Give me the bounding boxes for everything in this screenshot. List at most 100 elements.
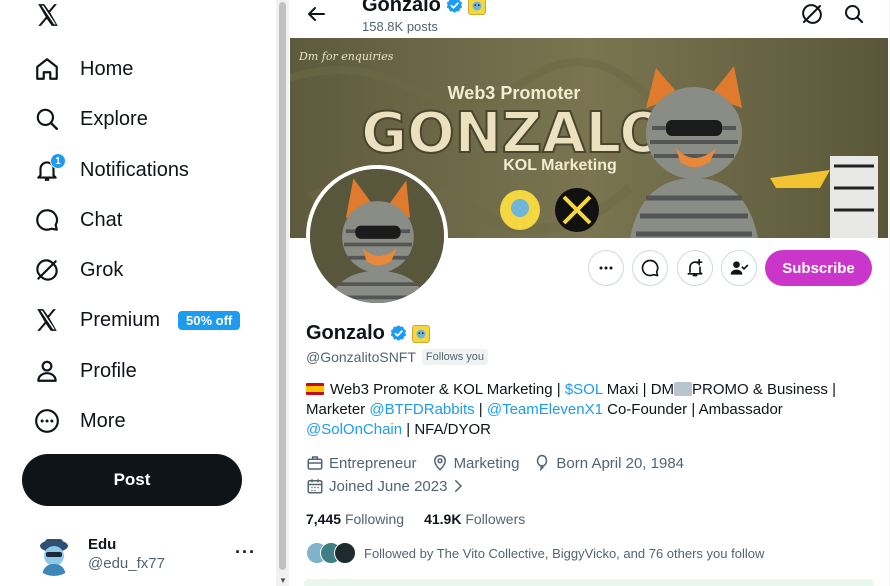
profile-avatar[interactable]	[306, 165, 448, 307]
followed-by-text: Followed by The Vito Collective, BiggyVi…	[364, 545, 765, 561]
following-status-button[interactable]	[721, 250, 757, 286]
nav-chat-label: Chat	[80, 208, 123, 231]
briefcase-icon	[307, 456, 323, 470]
subscribe-button[interactable]: Subscribe	[765, 250, 872, 286]
person-icon	[34, 358, 60, 384]
affiliate-badge-icon[interactable]	[411, 324, 430, 343]
nav-notifications-label: Notifications	[80, 158, 189, 181]
bio-text: Marketer	[306, 401, 370, 418]
chat-icon	[641, 259, 659, 277]
mailbox-emoji-icon	[674, 382, 693, 396]
nav-home-label: Home	[80, 57, 134, 80]
followers-count: 41.9K	[424, 511, 462, 527]
bio-mention-btfdrabbits[interactable]: @BTFDRabbits	[369, 401, 474, 418]
nav-home[interactable]: Home	[24, 45, 133, 93]
nav-grok[interactable]: Grok	[24, 246, 123, 294]
profile-birthday: Born April 20, 1984	[533, 454, 684, 472]
profile-bio: Web3 Promoter & KOL Marketing | $SOL Max…	[306, 380, 876, 440]
chat-icon	[34, 207, 60, 233]
notify-button[interactable]	[677, 250, 713, 286]
follower-avatar	[334, 542, 356, 564]
profile-meta: Entrepreneur Marketing Born April 20, 19…	[306, 454, 698, 472]
spain-flag-icon	[306, 383, 324, 395]
following-label: Following	[344, 511, 405, 527]
profile-location: Marketing	[431, 454, 520, 472]
home-icon	[34, 56, 60, 82]
nav-premium[interactable]: Premium 50% off	[24, 296, 241, 344]
grok-icon	[34, 257, 60, 283]
scroll-down-arrow-icon[interactable]: ▼	[279, 576, 287, 586]
bio-cashtag-link[interactable]: $SOL	[565, 381, 603, 398]
more-circle-icon	[34, 408, 60, 434]
premium-discount-badge: 50% off	[178, 310, 241, 330]
followers-label: Followers	[465, 511, 526, 527]
nav-explore[interactable]: Explore	[24, 95, 148, 143]
x-icon	[34, 307, 60, 333]
follows-you-badge: Follows you	[421, 349, 488, 365]
x-logo-icon[interactable]	[34, 2, 62, 28]
profile-name-row: Gonzalo	[306, 322, 430, 345]
profile-location-label: Marketing	[453, 454, 520, 472]
profile-joined[interactable]: Joined June 2023	[306, 477, 472, 495]
bio-text: PROMO & Business |	[692, 381, 836, 398]
bio-text: Maxi | DM	[602, 381, 675, 398]
account-more-icon[interactable]: ···	[235, 542, 256, 563]
nav-more-label: More	[80, 409, 126, 432]
profile-name: Gonzalo	[306, 322, 385, 344]
banner-tagline: Dm for enquiries	[298, 50, 394, 63]
profile-column: Gonzalo 158.8K posts Dm for enquiries We…	[290, 0, 890, 586]
notification-count-badge: 1	[50, 153, 66, 169]
grok-icon[interactable]	[800, 2, 824, 26]
nav-premium-label: Premium	[80, 308, 161, 331]
account-name: Edu	[88, 536, 117, 553]
bio-mention-teamelevenx1[interactable]: @TeamElevenX1	[487, 401, 603, 418]
banner-title-top: Web3 Promoter	[448, 83, 581, 103]
more-horizontal-icon	[599, 266, 613, 270]
bio-text: Web3 Promoter & KOL Marketing |	[330, 381, 565, 398]
verified-badge-icon[interactable]	[389, 324, 408, 343]
balloon-icon	[537, 454, 548, 471]
header-post-count: 158.8K posts	[362, 19, 438, 34]
followers-link[interactable]: 41.9K Followers	[424, 511, 525, 527]
profile-birthday-label: Born April 20, 1984	[556, 454, 685, 472]
nav-explore-label: Explore	[80, 107, 148, 130]
followed-by-row[interactable]: Followed by The Vito Collective, BiggyVi…	[306, 542, 764, 564]
more-options-button[interactable]	[588, 250, 624, 286]
person-check-icon	[730, 261, 749, 275]
nav-chat[interactable]: Chat	[24, 196, 122, 244]
header-name: Gonzalo	[362, 0, 441, 16]
back-arrow-icon[interactable]	[304, 2, 328, 26]
banner-title-sub: KOL Marketing	[503, 157, 617, 174]
following-count: 7,445	[306, 511, 342, 527]
sidebar-scrollbar[interactable]: ▼	[276, 0, 289, 586]
post-button[interactable]: Post	[22, 454, 242, 506]
profile-handle-row: @GonzalitoSNFT Follows you	[306, 349, 488, 365]
verified-badge-icon	[446, 0, 462, 13]
profile-stats: 7,445 Following 41.9K Followers	[306, 511, 545, 527]
message-button[interactable]	[632, 250, 668, 286]
nav-more[interactable]: More	[24, 397, 126, 445]
search-icon[interactable]	[842, 2, 866, 26]
calendar-icon	[307, 479, 323, 494]
profile-header-bar: Gonzalo 158.8K posts	[290, 0, 888, 38]
header-title: Gonzalo	[362, 0, 486, 17]
chevron-right-icon	[455, 480, 463, 492]
following-link[interactable]: 7,445 Following	[306, 511, 404, 527]
nav-profile[interactable]: Profile	[24, 347, 137, 395]
bell-plus-icon	[687, 258, 703, 277]
nav-grok-label: Grok	[80, 258, 124, 281]
profile-category-label: Entrepreneur	[329, 454, 417, 472]
account-switcher[interactable]: Edu @edu_fx77 ···	[30, 528, 262, 580]
bell-icon: 1	[34, 153, 66, 183]
affiliate-badge-icon	[467, 0, 486, 15]
profile-category: Entrepreneur	[306, 454, 417, 472]
profile-joined-label: Joined June 2023	[329, 477, 448, 495]
account-handle: @edu_fx77	[88, 555, 165, 572]
nav-notifications[interactable]: 1 Notifications	[24, 146, 189, 194]
account-avatar	[32, 532, 76, 576]
profile-handle: @GonzalitoSNFT	[306, 349, 416, 365]
bottom-banner-strip	[304, 579, 874, 586]
bio-mention-solonchain[interactable]: @SolOnChain	[306, 421, 402, 438]
scrollbar-thumb[interactable]	[279, 2, 286, 570]
bio-text: Co-Founder | Ambassador	[602, 401, 783, 418]
